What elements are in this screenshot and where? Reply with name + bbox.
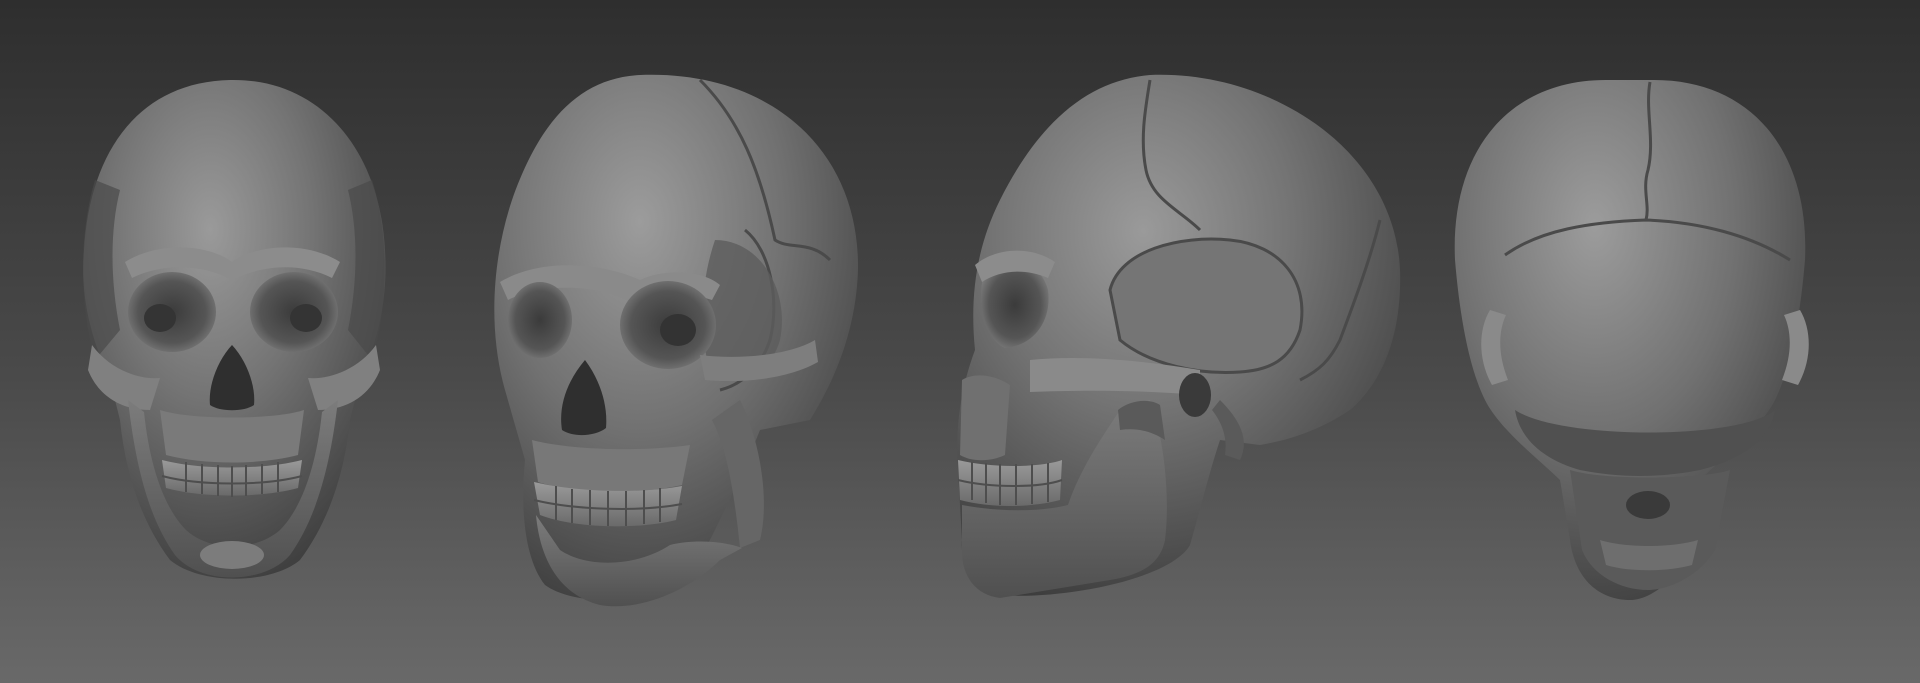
skull-renders	[82, 74, 1809, 607]
skull-top-back-view	[1454, 79, 1809, 601]
skull-side-view	[957, 74, 1401, 598]
skull-front-view	[82, 79, 386, 579]
skull-three-quarter-view	[494, 74, 859, 607]
render-viewport	[0, 0, 1920, 683]
